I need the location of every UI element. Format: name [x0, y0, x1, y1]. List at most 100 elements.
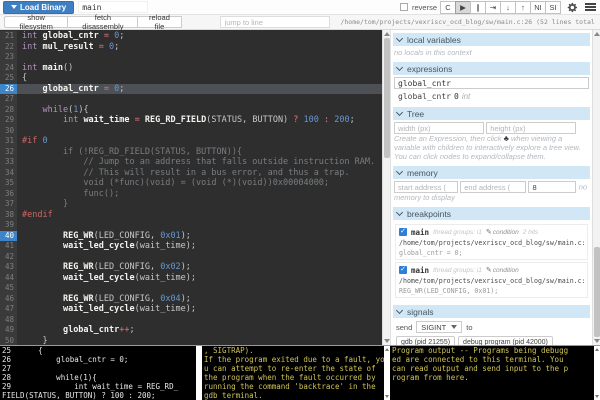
chevron-down-icon — [396, 306, 403, 313]
line-number[interactable]: 25 — [0, 73, 17, 84]
panel-header-local-variables[interactable]: local variables — [393, 33, 590, 46]
scroll-up-icon[interactable] — [594, 32, 600, 36]
scroll-up-icon[interactable] — [384, 32, 390, 36]
scroll-down-icon[interactable] — [384, 339, 390, 343]
line-number[interactable]: 48 — [0, 315, 17, 326]
line-number[interactable]: 31 — [0, 136, 17, 147]
load-binary-button[interactable]: Load Binary — [3, 1, 74, 14]
gdbgui-console-terminal[interactable]: , SIGTRAP). If the program exited due to… — [202, 346, 384, 400]
scroll-down-icon[interactable] — [385, 395, 389, 398]
sidebar-scrollbar[interactable] — [592, 30, 600, 345]
jump-to-line-input[interactable] — [220, 16, 331, 28]
fetch-disassembly-button[interactable]: fetch disassembly — [67, 16, 138, 28]
line-number[interactable]: 39 — [0, 220, 17, 231]
breakpoint-gutter[interactable]: 26 — [0, 84, 17, 95]
line-number[interactable]: 46 — [0, 294, 17, 305]
editor-line: 48 — [0, 315, 382, 326]
line-number[interactable]: 42 — [0, 252, 17, 263]
signal-target-button[interactable]: gdb (pid 21255) — [396, 336, 455, 345]
hamburger-icon — [585, 3, 596, 11]
breakpoint-card[interactable]: ✓mainthread groups: i1✎condition2 hits/h… — [395, 224, 588, 260]
line-number[interactable]: 45 — [0, 283, 17, 294]
memory-start-address-input[interactable] — [394, 181, 458, 193]
scroll-down-icon[interactable] — [594, 339, 600, 343]
next-instruction-button[interactable]: NI — [530, 1, 546, 14]
pause-button[interactable]: ∥ — [470, 1, 486, 14]
breakpoint-condition-button[interactable]: ✎condition — [486, 228, 519, 236]
scrollbar-thumb[interactable] — [384, 38, 390, 158]
reload-file-button[interactable]: reload file — [137, 16, 181, 28]
line-number[interactable]: 47 — [0, 304, 17, 315]
code-text — [17, 283, 22, 294]
continue-button[interactable]: C — [440, 1, 456, 14]
code-text: int wait_time = REG_RD_FIELD(STATUS, BUT… — [17, 115, 355, 126]
breakpoint-condition-button[interactable]: ✎condition — [486, 266, 519, 274]
code-text: REG_WR(LED_CONFIG, 0x01); — [17, 231, 191, 242]
breakpoint-card[interactable]: ✓mainthread groups: i1✎condition/home/to… — [395, 262, 588, 298]
terminal-row: 25 { 26 global_cntr = 0; 27 28 while(1){… — [0, 345, 600, 400]
scroll-up-icon[interactable] — [595, 348, 599, 351]
next-button[interactable]: ⇥ — [485, 1, 501, 14]
scrollbar-thumb[interactable] — [594, 247, 600, 337]
line-number[interactable]: 28 — [0, 105, 17, 116]
expression-input[interactable] — [394, 77, 589, 89]
line-number[interactable]: 37 — [0, 199, 17, 210]
run-button[interactable]: ▶ — [455, 1, 471, 14]
tree-width-input[interactable] — [394, 122, 484, 134]
expression-row[interactable]: global_cntr0int — [394, 89, 589, 102]
panel-header-expressions[interactable]: expressions — [393, 62, 590, 75]
gdb-terminal[interactable]: 25 { 26 global_cntr = 0; 27 28 while(1){… — [0, 346, 196, 400]
line-number[interactable]: 29 — [0, 115, 17, 126]
breakpoint-enabled-checkbox[interactable]: ✓ — [399, 228, 407, 236]
line-number[interactable]: 30 — [0, 126, 17, 137]
pencil-icon: ✎ — [486, 228, 492, 236]
show-filesystem-button[interactable]: show filesystem — [4, 16, 68, 28]
line-number[interactable]: 38 — [0, 210, 17, 221]
editor-scrollbar[interactable] — [382, 30, 390, 345]
panel-header-signals[interactable]: signals — [393, 305, 590, 318]
program-output-terminal[interactable]: Program output -- Programs being debugg … — [390, 346, 594, 400]
line-number[interactable]: 27 — [0, 94, 17, 105]
return-button[interactable]: ↑ — [515, 1, 531, 14]
reverse-checkbox[interactable] — [400, 3, 408, 11]
signal-target-button[interactable]: debug program (pid 42000) — [458, 336, 553, 345]
breakpoint-gutter[interactable]: 40 — [0, 231, 17, 242]
binary-path-input[interactable] — [78, 1, 148, 13]
line-number[interactable]: 23 — [0, 52, 17, 63]
scroll-up-icon[interactable] — [385, 348, 389, 351]
editor-line: 24int main() — [0, 63, 382, 74]
memory-bytes-input[interactable] — [528, 181, 576, 193]
settings-button[interactable] — [565, 1, 579, 14]
breakpoint-source-line: REG_WR(LED_CONFIG, 0x01); — [399, 287, 584, 295]
breakpoint-hits: 2 hits — [523, 229, 539, 236]
step-button[interactable]: ↓ — [500, 1, 516, 14]
line-number[interactable]: 35 — [0, 178, 17, 189]
output-scrollbar[interactable] — [594, 346, 600, 400]
line-number[interactable]: 43 — [0, 262, 17, 273]
code-text: REG_WR(LED_CONFIG, 0x04); — [17, 294, 191, 305]
line-number[interactable]: 32 — [0, 147, 17, 158]
menu-button[interactable] — [583, 1, 597, 14]
line-number[interactable]: 50 — [0, 336, 17, 346]
memory-end-address-input[interactable] — [460, 181, 526, 193]
line-number[interactable]: 21 — [0, 31, 17, 42]
main-area: 21int global_cntr = 0;22int mul_result =… — [0, 30, 600, 345]
line-number[interactable]: 34 — [0, 168, 17, 179]
breakpoint-enabled-checkbox[interactable]: ✓ — [399, 266, 407, 274]
editor-line: 43 REG_WR(LED_CONFIG, 0x02); — [0, 262, 382, 273]
line-number[interactable]: 49 — [0, 325, 17, 336]
panel-header-breakpoints[interactable]: breakpoints — [393, 207, 590, 220]
signal-select[interactable]: SIGINT — [416, 321, 462, 333]
scroll-down-icon[interactable] — [595, 395, 599, 398]
line-number[interactable]: 33 — [0, 157, 17, 168]
panel-header-tree[interactable]: Tree — [393, 107, 590, 120]
line-number[interactable]: 44 — [0, 273, 17, 284]
line-number[interactable]: 24 — [0, 63, 17, 74]
tree-height-input[interactable] — [486, 122, 576, 134]
line-number[interactable]: 22 — [0, 42, 17, 53]
line-number[interactable]: 36 — [0, 189, 17, 200]
panel-header-memory[interactable]: memory — [393, 166, 590, 179]
code-text: #if 0 — [17, 136, 48, 147]
step-instruction-button[interactable]: SI — [545, 1, 561, 14]
line-number[interactable]: 41 — [0, 241, 17, 252]
